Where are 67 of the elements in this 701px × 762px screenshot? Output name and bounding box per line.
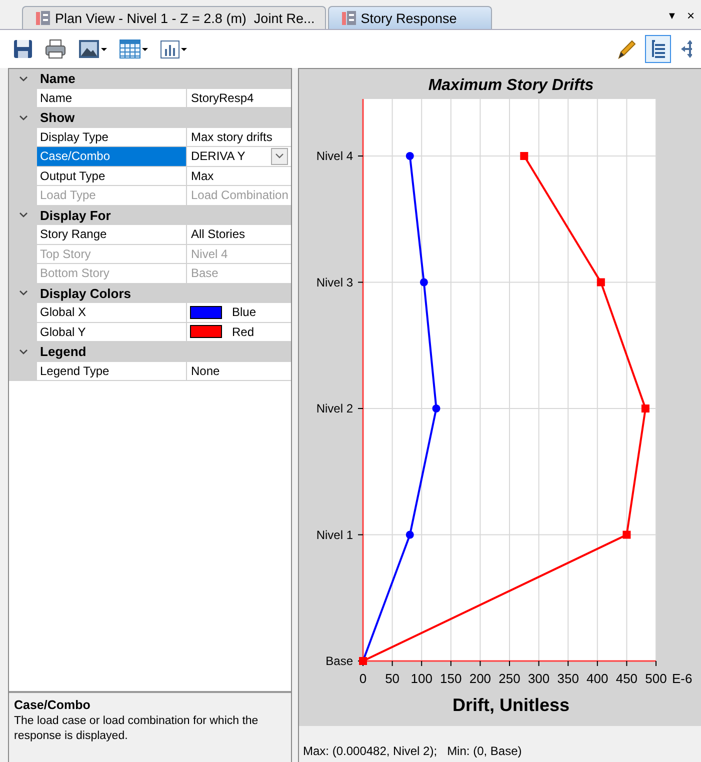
picture-icon — [78, 39, 100, 59]
tab[interactable]: Plan View - Nivel 1 - Z = 2.8 (m) Joint Re... — [22, 6, 326, 29]
property-value[interactable]: Max story drifts — [191, 130, 272, 144]
tick-label: 100 — [410, 671, 432, 686]
category-header[interactable]: Name — [9, 69, 291, 88]
document-icon — [340, 10, 357, 26]
data-point — [406, 530, 414, 539]
chevron-down-icon[interactable] — [18, 76, 28, 82]
property-value[interactable]: None — [191, 364, 220, 378]
chevron-down-icon[interactable] — [18, 212, 28, 218]
data-point — [432, 404, 440, 412]
tick-label: 200 — [469, 671, 492, 686]
property-label[interactable]: Legend Type — [37, 362, 187, 381]
tick-label: 400 — [586, 671, 608, 686]
tick-label: 350 — [557, 671, 579, 686]
chevron-down-icon — [275, 153, 284, 160]
property-label[interactable]: Global X — [37, 303, 187, 322]
property-value[interactable]: Max — [191, 168, 214, 183]
property-value: Red — [232, 324, 254, 339]
property-value[interactable]: All Stories — [191, 227, 246, 242]
chart-title: Maximum Story Drifts — [428, 77, 594, 94]
chevron-down-icon[interactable] — [18, 290, 28, 296]
data-point — [420, 278, 428, 286]
axis-title: Drift, Unitless — [452, 695, 570, 715]
caret-icon — [101, 48, 107, 50]
property-value: Blue — [232, 305, 256, 320]
dropdown-button[interactable] — [271, 148, 288, 165]
toolbar-button[interactable] — [645, 35, 671, 63]
story-label: Nivel 2 — [316, 402, 353, 416]
dropdown-button[interactable]: ▼ — [667, 11, 677, 22]
tick-label: 500 — [645, 671, 667, 686]
property-label[interactable]: Story Range — [37, 225, 187, 244]
tick-label: 250 — [498, 671, 520, 686]
pencil-icon — [616, 39, 636, 59]
data-point — [406, 152, 414, 160]
tick-label: 450 — [616, 671, 638, 686]
story-label: Base — [326, 654, 353, 668]
property-value[interactable]: DERIVA Y — [191, 149, 246, 164]
tick-label: 0 — [359, 671, 367, 686]
document-icon — [35, 10, 51, 26]
data-point — [520, 152, 528, 160]
category-header[interactable]: Display Colors — [9, 284, 291, 303]
story-label: Nivel 1 — [316, 528, 353, 542]
caret-icon — [181, 48, 187, 50]
category-header[interactable]: Display For — [9, 206, 291, 225]
chevron-down-icon[interactable] — [18, 114, 28, 121]
bar-chart-icon — [160, 39, 180, 59]
story-label: Nivel 4 — [316, 149, 353, 163]
category-header[interactable]: Legend — [9, 342, 291, 362]
property-value[interactable]: StoryResp4 — [191, 90, 254, 105]
story-label: Nivel 3 — [316, 275, 353, 290]
close-button[interactable]: × — [687, 8, 695, 23]
table-icon — [119, 39, 141, 59]
property-label[interactable]: Case/Combo — [37, 147, 187, 166]
category-header[interactable]: Show — [9, 108, 291, 128]
property-label[interactable]: Output Type — [37, 166, 187, 186]
printer-icon — [45, 39, 66, 59]
tick-label: 150 — [440, 671, 462, 686]
axis-unit: E-6 — [672, 671, 692, 686]
move-arrows-icon — [680, 39, 692, 59]
caret-icon — [142, 48, 148, 50]
tick-label: 50 — [385, 671, 400, 686]
chevron-down-icon[interactable] — [18, 348, 28, 355]
description-title: Case/Combo — [14, 698, 92, 712]
description-text: The load case or load combination for which the response is displayed. — [14, 714, 260, 744]
tab[interactable]: Story Response — [328, 6, 492, 29]
tick-label: 300 — [528, 671, 550, 686]
